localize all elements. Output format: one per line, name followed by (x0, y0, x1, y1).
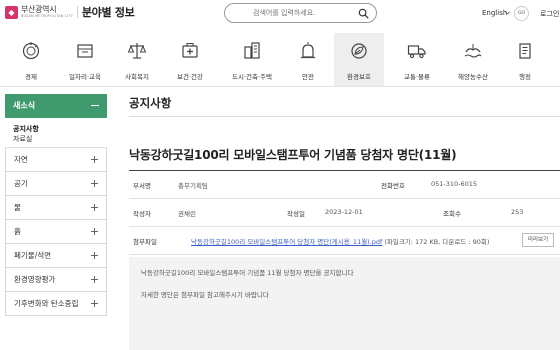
expand-plus-icon[interactable] (91, 252, 98, 259)
post-body-line: 낙동강하굿길100리 모바일스탬프투어 기념품 11월 당첨자 명단을 공지합니… (141, 269, 354, 277)
post-info-row: 작성자 권채린 작성일 2023-12-01 조회수 253 (129, 199, 560, 227)
expand-plus-icon[interactable] (91, 276, 98, 283)
language-go-button[interactable]: GO (514, 6, 529, 21)
search-icon[interactable] (358, 8, 369, 19)
jobs-education-icon (77, 44, 93, 58)
sidebar-submenu: 공지사항 자료실 (5, 118, 107, 148)
post-title: 낙동강하굿길100리 모바일스탬프투어 기념품 당첨자 명단(11월) (129, 148, 457, 162)
dept-label: 부서명 (133, 182, 151, 190)
economy-icon (22, 42, 40, 60)
category-label: 행정 (519, 73, 531, 81)
search-box (224, 3, 377, 23)
sidebar-head-label: 새소식 (13, 101, 36, 110)
safety-icon (301, 42, 315, 59)
sidebar-item-air[interactable]: 공기 (5, 172, 107, 196)
date-value: 2023-12-01 (325, 208, 363, 216)
sidebar-item-label: 흙 (14, 227, 21, 236)
phone-label: 전화번호 (381, 182, 405, 190)
sidebar-item-label: 기후변화와 탄소중립 (14, 299, 79, 308)
category-label: 보건·건강 (177, 73, 203, 81)
sidebar-item-label: 폐기물/석면 (14, 251, 52, 260)
category-economy[interactable]: 경제 (6, 33, 56, 86)
phone-value: 051-310-6015 (431, 180, 478, 188)
author-label: 작성자 (133, 210, 151, 218)
ocean-agriculture-icon (464, 44, 482, 58)
language-select[interactable]: English (482, 9, 507, 17)
sidebar-item-soil[interactable]: 흙 (5, 220, 107, 244)
post-body: 낙동강하굿길100리 모바일스탬프투어 기념품 11월 당첨자 명단을 공지합니… (129, 257, 560, 350)
sidebar-item-climate-carbon[interactable]: 기후변화와 탄소중립 (5, 292, 107, 316)
sidebar-item-impact-assessment[interactable]: 환경영향평가 (5, 268, 107, 292)
post-body-line: 자세한 명단은 첨부파일 참고해주시기 바랍니다 (141, 291, 269, 299)
logo-divider (76, 6, 78, 18)
category-nav: 경제 일자리·교육 사회복지 보건·건강 도시·건축·주택 안전 환경보호 교통… (0, 33, 560, 87)
search-input[interactable] (253, 7, 353, 19)
expand-plus-icon[interactable] (91, 204, 98, 211)
chevron-down-icon[interactable] (505, 11, 510, 15)
sidebar-item-water[interactable]: 물 (5, 196, 107, 220)
sidebar-item-waste-asbestos[interactable]: 폐기물/석면 (5, 244, 107, 268)
attachment-row: 첨부파일 낙동강하굿길100리 모바일스탬프투어 당첨자 명단(게시용_11월)… (129, 227, 560, 255)
attachment-file-meta: (파일크기: 172 KB, 다운로드 : 90회) (384, 238, 490, 246)
sidebar-subitem-notice[interactable]: 공지사항 (13, 124, 107, 134)
page-title: 공지사항 (129, 96, 172, 110)
transport-truck-icon (407, 45, 426, 59)
post-info-row: 부서명 총무기획팀 전화번호 051-310-6015 (129, 171, 560, 199)
divider (129, 116, 560, 117)
sidebar-item-label: 물 (14, 203, 21, 212)
sidebar-item-label: 공기 (14, 179, 28, 188)
sidebar-head-news[interactable]: 새소식 (5, 94, 107, 118)
logo-subtitle: BUSAN METROPOLITAN CITY (21, 13, 73, 18)
collapse-icon[interactable] (91, 105, 99, 106)
site-logo[interactable]: ◆ 부산광역시 BUSAN METROPOLITAN CITY 분야별 정보 (5, 4, 135, 20)
attachment-file-link[interactable]: 낙동강하굿길100리 모바일스탬프투어 당첨자 명단(게시용_11월).pdf (191, 238, 382, 246)
attachment-label: 첨부파일 (133, 238, 157, 246)
author-value: 권채린 (178, 210, 196, 218)
expand-plus-icon[interactable] (91, 180, 98, 187)
category-transport[interactable]: 교통·물류 (392, 33, 442, 86)
login-link[interactable]: 로그인 (540, 9, 559, 19)
site-title: 분야별 정보 (81, 6, 135, 19)
category-administration[interactable]: 행정 (500, 33, 550, 86)
administration-icon (519, 43, 531, 59)
category-environment[interactable]: 환경보호 (334, 33, 384, 86)
site-header: ◆ 부산광역시 BUSAN METROPOLITAN CITY 분야별 정보 E… (0, 0, 560, 28)
preview-button[interactable]: 미리보기 (522, 233, 554, 247)
sidebar: 새소식 공지사항 자료실 자연 공기 물 흙 폐기물/석면 환경영향평가 기후변… (5, 94, 107, 316)
sidebar-item-nature[interactable]: 자연 (5, 148, 107, 172)
category-health[interactable]: 보건·건강 (165, 33, 215, 86)
environment-icon (351, 43, 367, 59)
category-city-building[interactable]: 도시·건축·주택 (227, 33, 277, 86)
expand-plus-icon[interactable] (91, 228, 98, 235)
welfare-scale-icon (127, 43, 147, 59)
busan-logo-icon: ◆ (5, 5, 18, 19)
dept-value: 총무기획팀 (178, 182, 208, 190)
date-label: 작성일 (287, 210, 305, 218)
views-label: 조회수 (443, 210, 461, 218)
health-icon (182, 43, 198, 58)
city-building-icon (244, 42, 260, 59)
expand-plus-icon[interactable] (91, 300, 98, 307)
sidebar-item-label: 자연 (14, 155, 28, 164)
sidebar-item-label: 환경영향평가 (14, 275, 56, 284)
sidebar-subitem-archive[interactable]: 자료실 (13, 134, 107, 144)
views-value: 253 (511, 208, 524, 216)
logo-name: 부산광역시 (21, 4, 57, 14)
expand-plus-icon[interactable] (91, 156, 98, 163)
